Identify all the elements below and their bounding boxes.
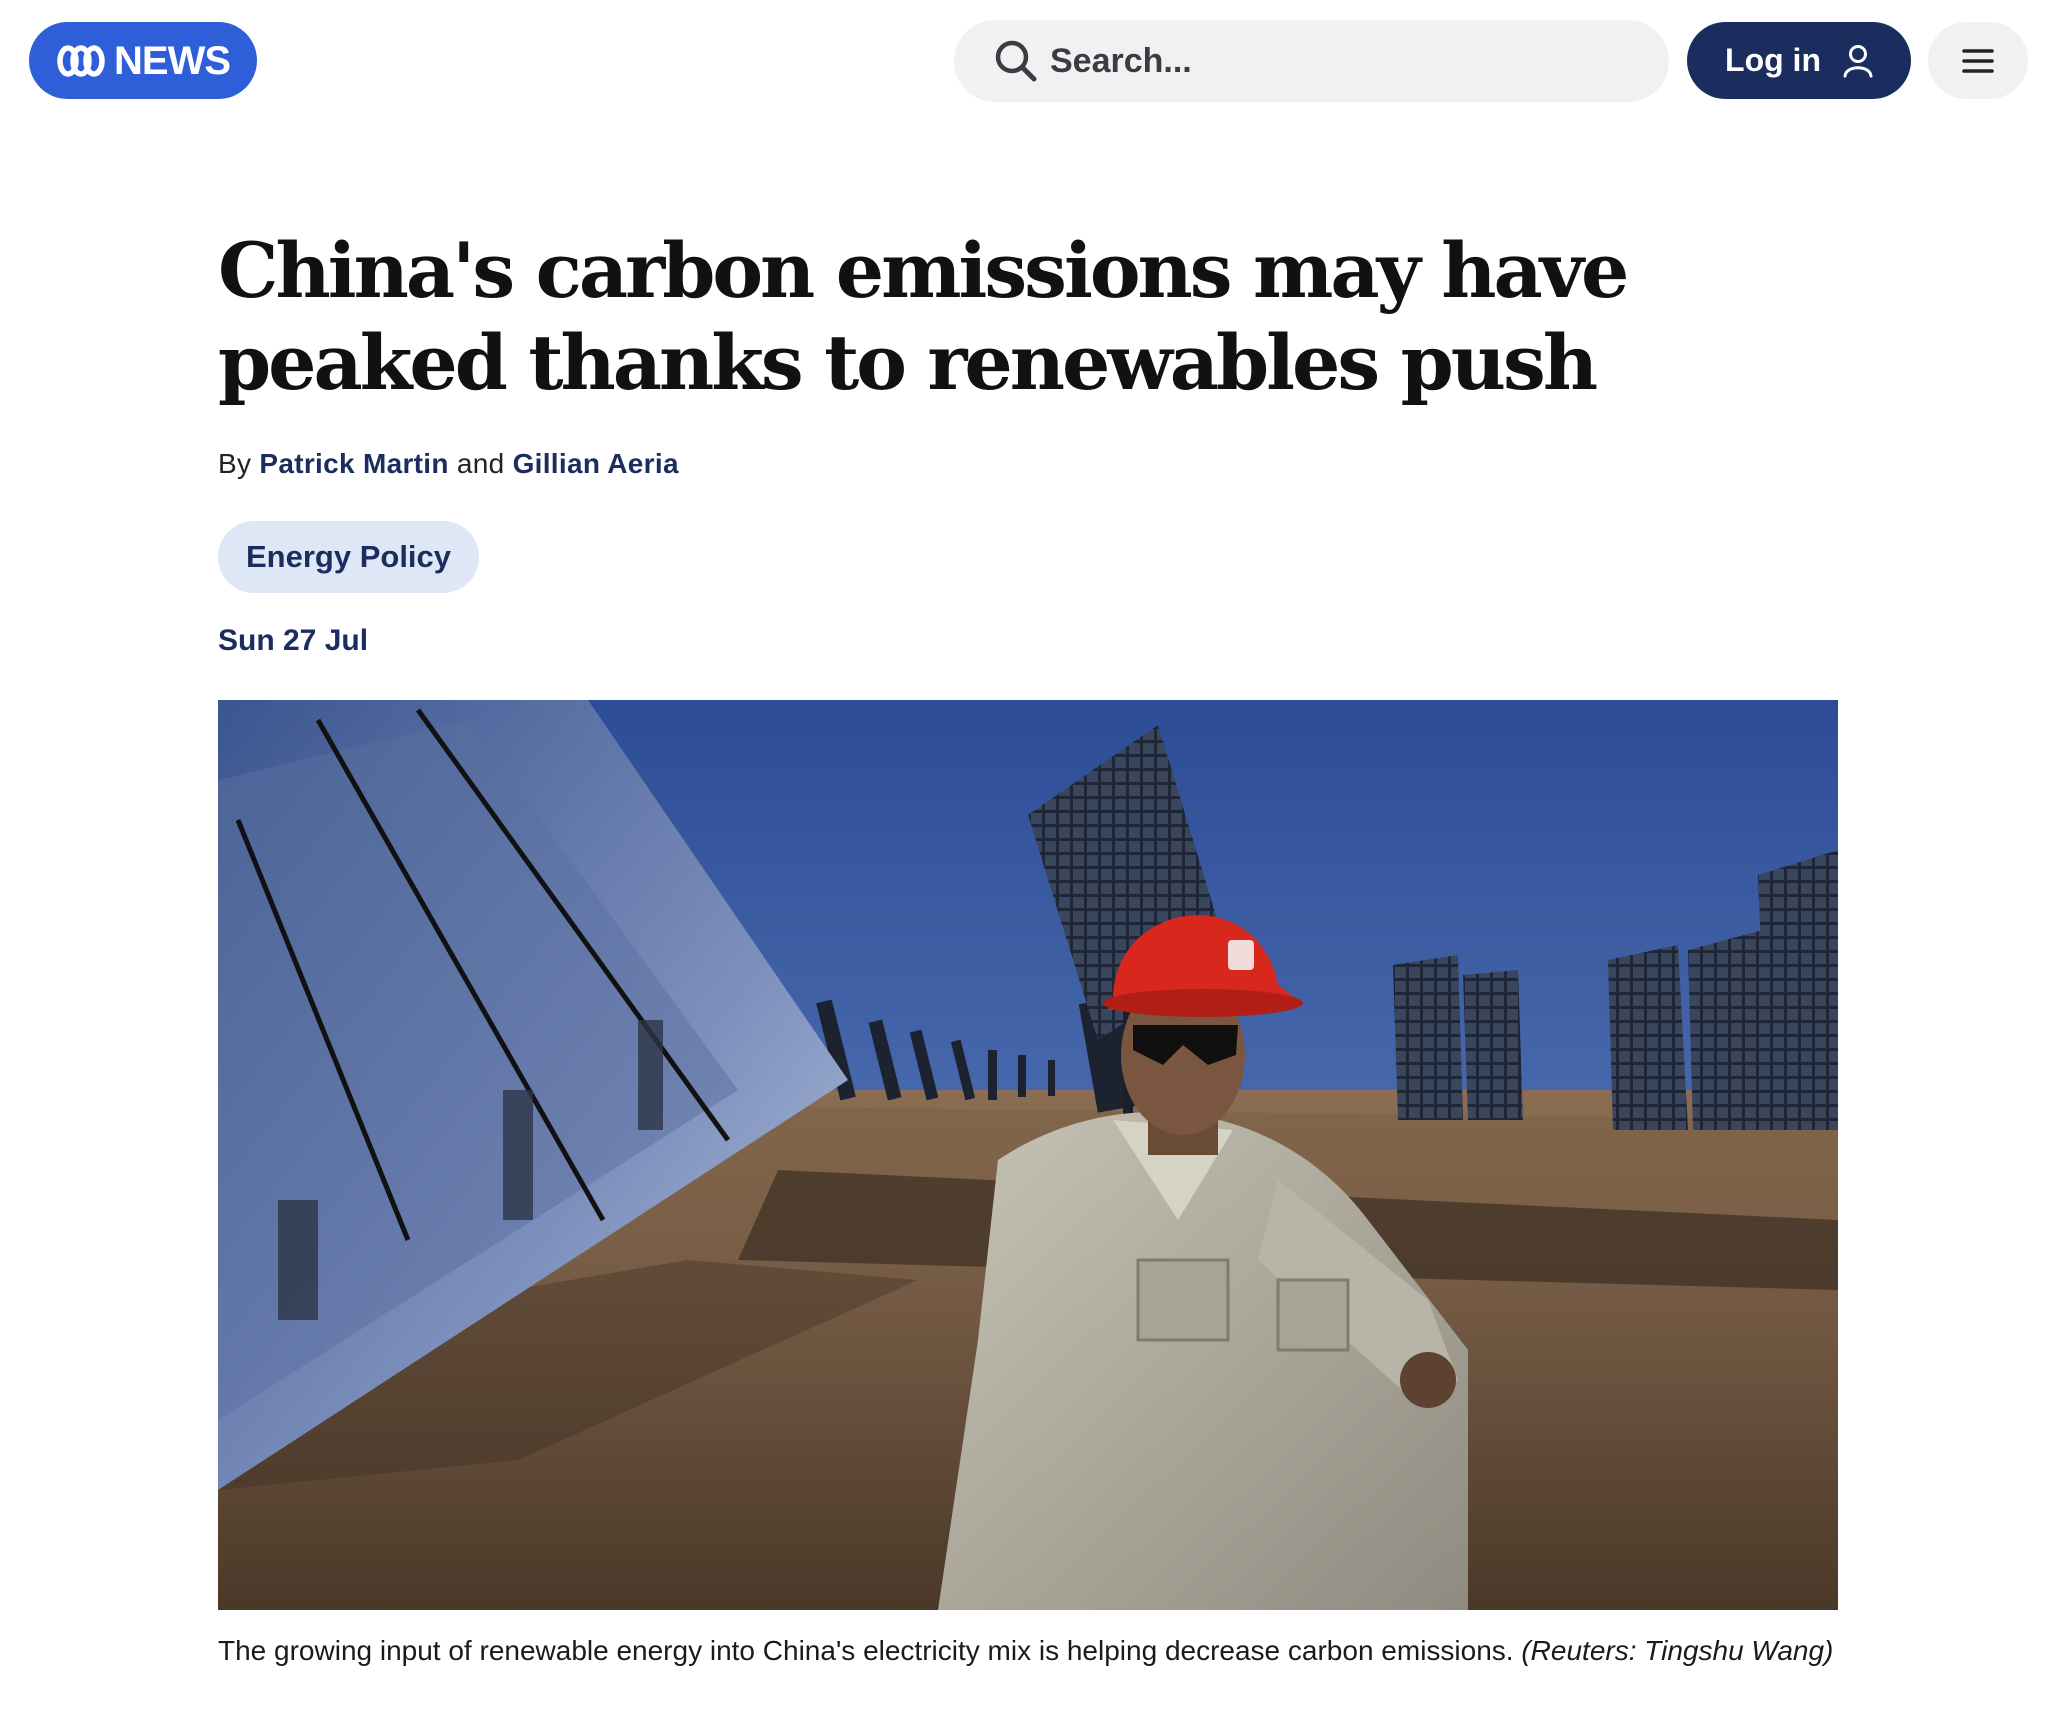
image-caption: The growing input of renewable energy in… [218, 1628, 1838, 1673]
author-link[interactable]: Gillian Aeria [513, 448, 679, 479]
logo-text: NEWS [114, 38, 231, 83]
topic-tag[interactable]: Energy Policy [218, 521, 480, 593]
menu-button[interactable] [1928, 22, 2028, 99]
caption-text: The growing input of renewable energy in… [218, 1635, 1514, 1666]
login-button[interactable]: Log in [1687, 22, 1911, 99]
site-header: NEWS Log in [0, 0, 2048, 122]
abc-news-logo[interactable]: NEWS [29, 22, 257, 99]
author-link[interactable]: Patrick Martin [259, 448, 448, 479]
hamburger-menu-icon [1962, 48, 1994, 73]
login-label: Log in [1725, 42, 1821, 78]
search-box[interactable] [954, 20, 1669, 102]
article-headline: China's carbon emissions may have peaked… [218, 226, 1629, 407]
user-icon [1843, 44, 1873, 77]
magnifier-icon [995, 40, 1037, 82]
search-input[interactable] [1050, 33, 1630, 89]
byline: By Patrick Martin and Gillian Aeria [218, 448, 679, 480]
byline-joiner: and [456, 448, 505, 479]
publish-date: Sun 27 Jul [218, 624, 369, 657]
abc-logo-icon [57, 44, 105, 77]
photo-credit: (Reuters: Tingshu Wang) [1521, 1635, 1834, 1666]
hero-image [218, 700, 1838, 1610]
byline-prefix: By [218, 448, 252, 479]
solar-field-photo [218, 700, 1838, 1610]
